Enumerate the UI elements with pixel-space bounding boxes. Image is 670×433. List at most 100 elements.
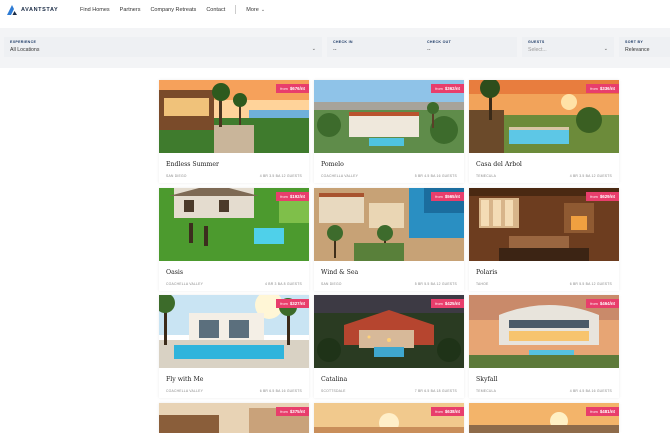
price-prefix: from [435,410,443,414]
avantstay-logo-icon [7,5,17,15]
listing-name[interactable]: Pomelo [321,161,344,168]
listing-location: TEMECULA [476,389,497,393]
price-prefix: from [280,302,288,306]
nav-link-contact[interactable]: Contact [206,7,225,13]
price-prefix: from [590,410,598,414]
listing-card[interactable]: from $425/nt Catalina SCOTTSDALE 7 BR 6.… [314,295,464,398]
chevron-down-icon: ⌄ [311,46,316,52]
listing-specs: 4 BR 3.5 BA 12 GUESTS [259,174,302,178]
price-prefix: from [590,302,598,306]
listing-specs: 7 BR 6.5 BA 18 GUESTS [414,389,457,393]
listing-specs: 5 BR 4.5 BA 16 GUESTS [414,174,457,178]
listing-card[interactable]: from $565/nt Wind & Sea SAN DIEGO 5 BR 5… [314,188,464,291]
price-value: $481/nt [599,409,615,414]
price-badge: from $464/nt [586,299,619,308]
brand-name: AVANTSTAY [21,7,59,13]
price-value: $375/nt [289,409,305,414]
guests-select[interactable]: GUESTS Select... ⌄ [522,37,614,57]
price-badge: from $425/nt [431,299,464,308]
price-prefix: from [280,87,288,91]
price-prefix: from [280,410,288,414]
listing-name[interactable]: Oasis [166,269,183,276]
listing-card[interactable]: from $375/nt [159,403,309,433]
listing-location: COACHELLA VALLEY [166,282,204,286]
listing-card[interactable]: from $336/nt Casa del Arbol TEMECULA 4 B… [469,80,619,183]
listing-card[interactable]: from $638/nt [314,403,464,433]
price-badge: from $565/nt [431,192,464,201]
listing-card[interactable]: from $629/nt Polaris TAHOE 6 BR 5.5 BA 1… [469,188,619,291]
price-value: $425/nt [444,301,460,306]
price-prefix: from [590,195,598,199]
price-value: $629/nt [599,194,615,199]
price-prefix: from [435,87,443,91]
price-badge: from $336/nt [586,84,619,93]
brand-logo[interactable]: AVANTSTAY [6,4,58,16]
price-value: $336/nt [599,86,615,91]
price-badge: from $638/nt [431,407,464,416]
listing-name[interactable]: Catalina [321,376,347,383]
listing-specs: 4 BR 3 BA 8 GUESTS [265,282,302,286]
listing-card[interactable]: from $192/nt Oasis COACHELLA VALLEY 4 BR… [159,188,309,291]
experience-value: All Locations [10,47,40,53]
price-value: $192/nt [289,194,305,199]
listing-name[interactable]: Wind & Sea [321,269,358,276]
listing-card[interactable]: from $362/nt Pomelo COACHELLA VALLEY 5 B… [314,80,464,183]
chevron-down-icon: ⌄ [603,46,608,52]
nav-link-find-homes[interactable]: Find Homes [80,7,110,13]
listing-location: COACHELLA VALLEY [166,389,204,393]
check-in-value: -- [333,47,337,53]
guests-label: GUESTS [528,40,545,44]
listing-card[interactable]: from $481/nt [469,403,619,433]
listing-location: TEMECULA [476,174,497,178]
nav-link-company-retreats[interactable]: Company Retreats [150,7,196,13]
listing-card[interactable]: from $464/nt Skyfall TEMECULA 4 BR 4.5 B… [469,295,619,398]
price-value: $327/nt [289,301,305,306]
chevron-down-icon: ⌄ [260,6,266,13]
listing-specs: 6 BR 6.5 BA 16 GUESTS [259,389,302,393]
price-value: $676/nt [289,86,305,91]
experience-select[interactable]: EXPERIENCE All Locations ⌄ [4,37,322,57]
listing-specs: 4 BR 4.5 BA 16 GUESTS [569,389,612,393]
date-range-picker[interactable]: CHECK IN -- CHECK OUT -- [327,37,517,57]
listing-location: SAN DIEGO [166,174,187,178]
sort-by-label: SORT BY [625,40,644,44]
price-badge: from $676/nt [276,84,309,93]
listing-name[interactable]: Skyfall [476,376,497,383]
listing-location: SCOTTSDALE [321,389,346,393]
price-prefix: from [280,195,288,199]
listing-name[interactable]: Casa del Arbol [476,161,522,168]
price-badge: from $629/nt [586,192,619,201]
price-badge: from $375/nt [276,407,309,416]
price-value: $638/nt [444,409,460,414]
check-out-label: CHECK OUT [427,40,452,44]
price-prefix: from [590,87,598,91]
nav-links: Find Homes Partners Company Retreats Con… [80,5,265,14]
sort-by-select[interactable]: SORT BY Relevance [619,37,670,57]
listing-specs: 5 BR 5.5 BA 12 GUESTS [414,282,457,286]
nav-more-label: More [246,6,259,13]
price-value: $464/nt [599,301,615,306]
listing-specs: 6 BR 5.5 BA 12 GUESTS [569,282,612,286]
listing-card[interactable]: from $327/nt Fly with Me COACHELLA VALLE… [159,295,309,398]
listing-location: COACHELLA VALLEY [321,174,359,178]
listing-name[interactable]: Polaris [476,269,497,276]
nav-link-partners[interactable]: Partners [120,7,141,13]
listing-card[interactable]: from $676/nt Endless Summer SAN DIEGO 4 … [159,80,309,183]
price-badge: from $362/nt [431,84,464,93]
check-out-value: -- [427,47,431,53]
price-badge: from $327/nt [276,299,309,308]
price-value: $565/nt [444,194,460,199]
nav-divider [235,5,237,14]
listing-location: TAHOE [476,282,489,286]
guests-placeholder: Select... [528,47,547,53]
price-value: $362/nt [444,86,460,91]
listing-specs: 4 BR 3.5 BA 12 GUESTS [569,174,612,178]
check-in-label: CHECK IN [333,40,353,44]
listing-name[interactable]: Endless Summer [166,161,219,168]
experience-label: EXPERIENCE [10,40,37,44]
listing-name[interactable]: Fly with Me [166,376,203,383]
nav-more-menu[interactable]: More ⌄ [246,7,265,13]
price-badge: from $481/nt [586,407,619,416]
price-badge: from $192/nt [276,192,309,201]
top-nav: AVANTSTAY Find Homes Partners Company Re… [0,0,670,22]
